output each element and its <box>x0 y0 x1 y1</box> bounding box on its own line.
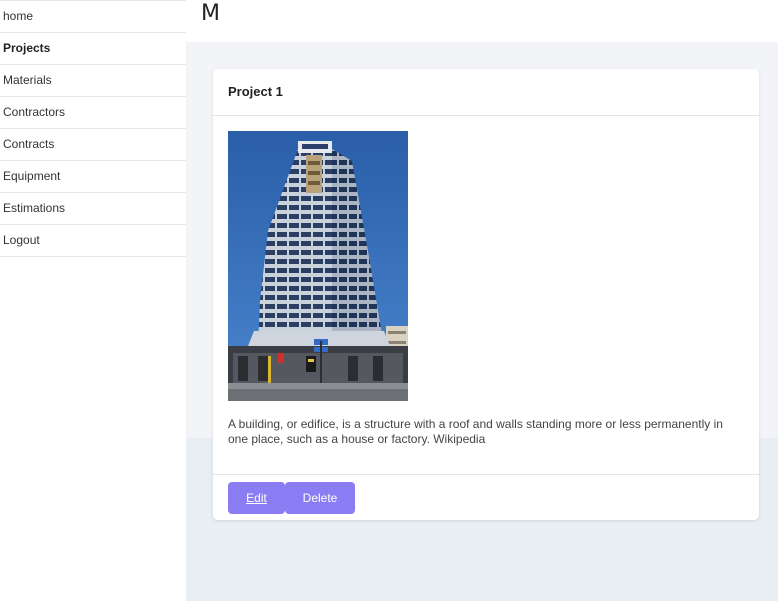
sidebar: home Projects Materials Contractors Cont… <box>0 0 186 601</box>
top-header: M <box>186 0 778 42</box>
card-description: A building, or edifice, is a structure w… <box>228 417 723 446</box>
edit-button[interactable]: Edit <box>228 482 285 514</box>
sidebar-item-projects[interactable]: Projects <box>0 32 186 64</box>
card-footer: Edit Delete <box>213 474 759 521</box>
main-content: Project 1 A building, or edifice, is a s… <box>186 42 778 601</box>
project-image <box>228 131 408 401</box>
page-title: M <box>201 1 220 26</box>
sidebar-item-materials[interactable]: Materials <box>0 64 186 96</box>
sidebar-item-estimations[interactable]: Estimations <box>0 192 186 224</box>
building-image <box>228 131 408 401</box>
sidebar-item-contracts[interactable]: Contracts <box>0 128 186 160</box>
sidebar-item-logout[interactable]: Logout <box>0 224 186 257</box>
card-header: Project 1 <box>213 69 759 116</box>
card-title: Project 1 <box>228 84 283 99</box>
delete-button[interactable]: Delete <box>285 482 355 514</box>
sidebar-item-equipment[interactable]: Equipment <box>0 160 186 192</box>
sidebar-item-contractors[interactable]: Contractors <box>0 96 186 128</box>
project-card: Project 1 A building, or edifice, is a s… <box>213 69 759 520</box>
sidebar-item-home[interactable]: home <box>0 0 186 32</box>
